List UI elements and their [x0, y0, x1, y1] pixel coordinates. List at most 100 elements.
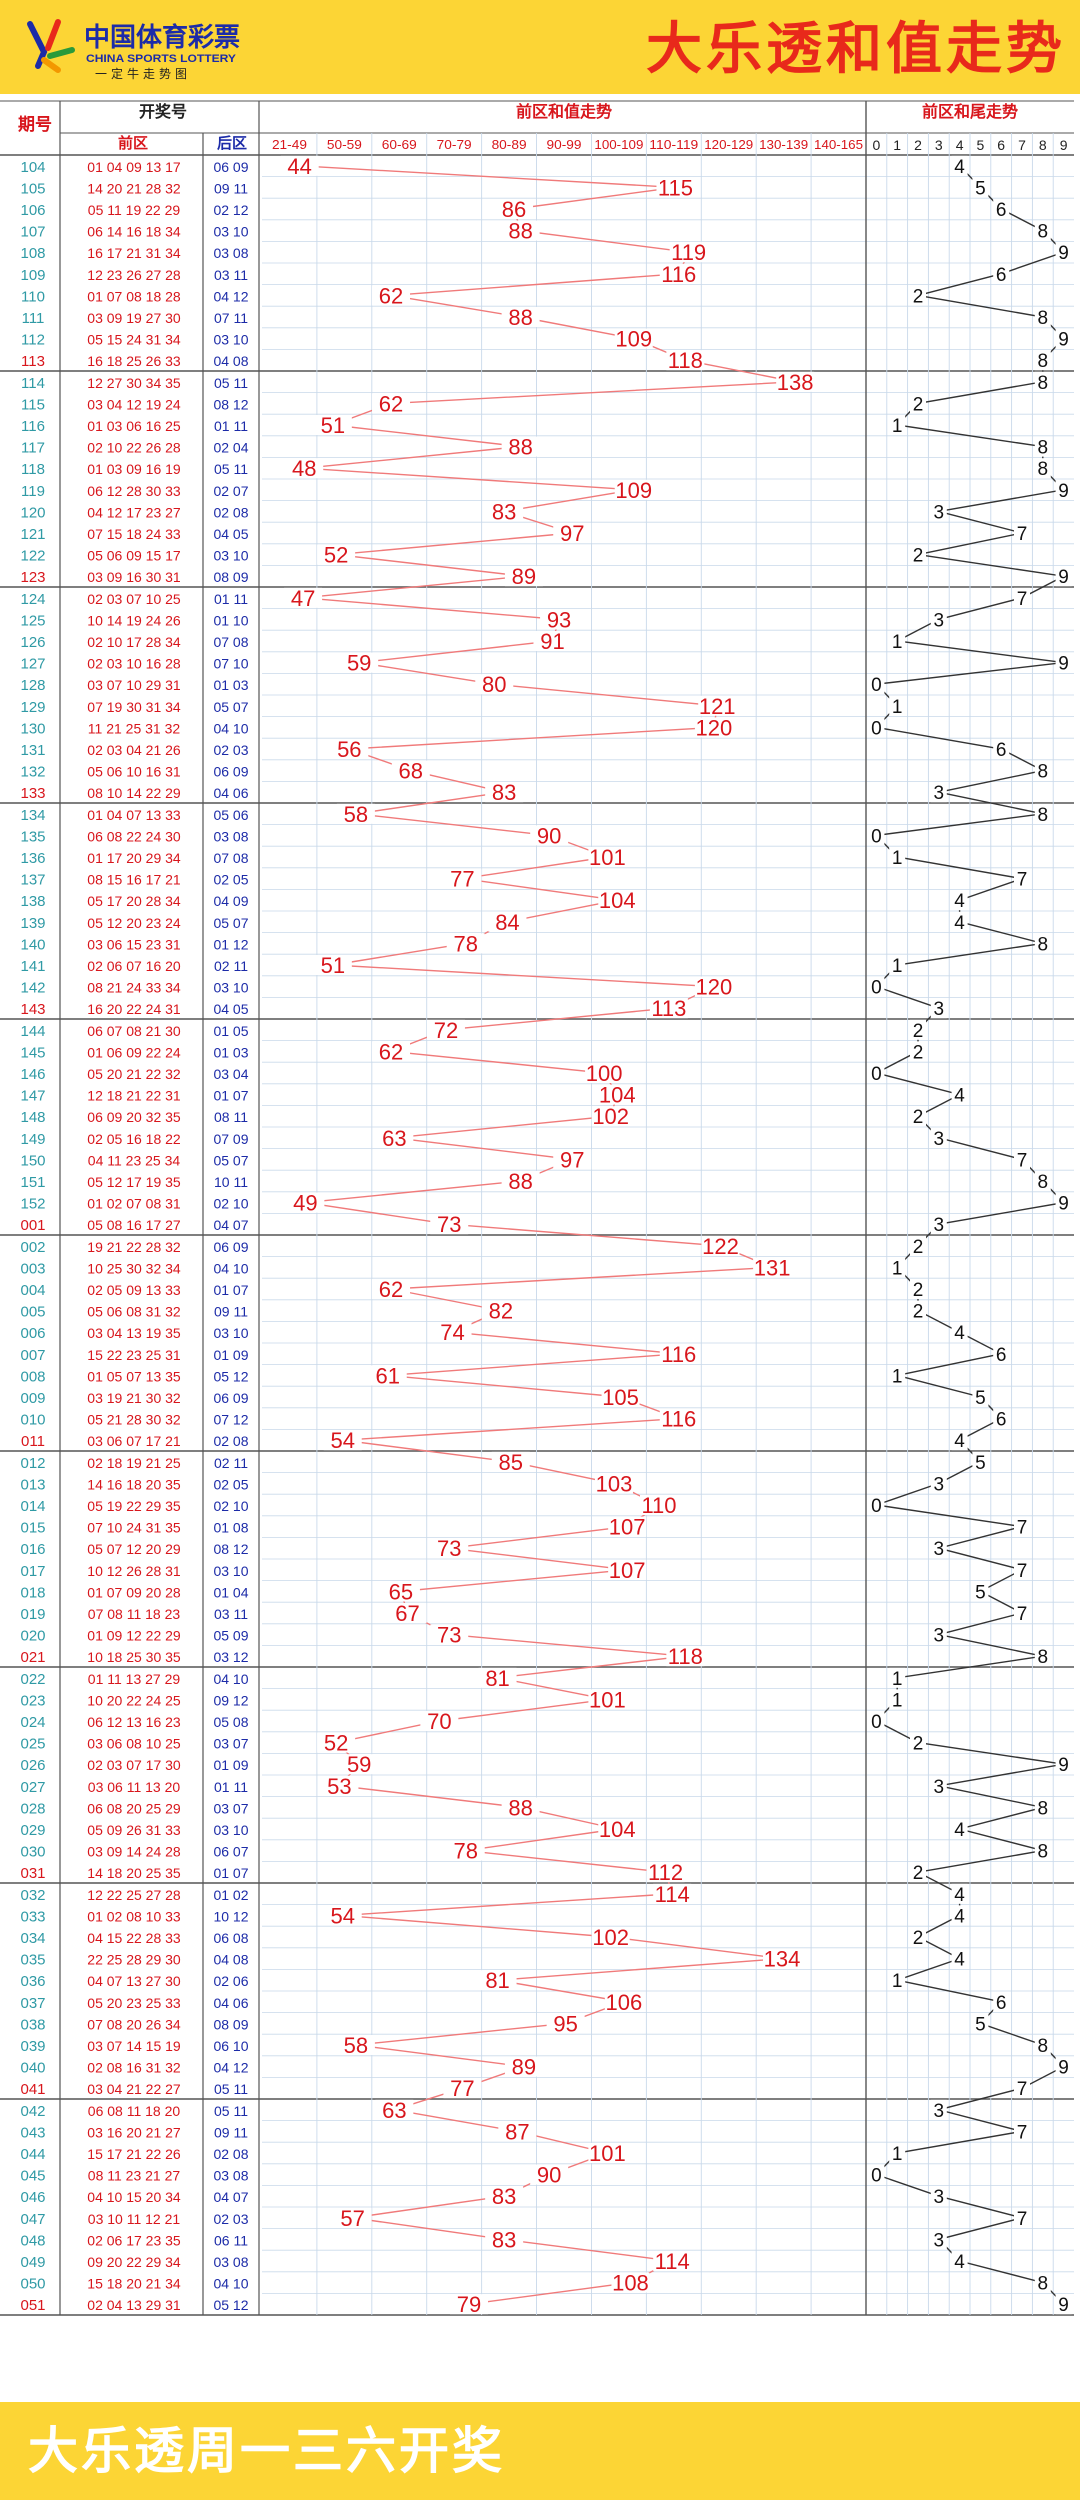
period-cell: 018 [20, 1584, 45, 1601]
period-cell: 121 [20, 526, 45, 543]
front-numbers-cell: 16 17 21 31 34 [87, 245, 181, 261]
table-row: 114 12 27 30 34 35 05 11 [21, 375, 248, 392]
back-numbers-cell: 09 11 [214, 2124, 248, 2140]
front-numbers-cell: 07 08 20 26 34 [87, 2016, 181, 2032]
sum-value-point: 102 [592, 1925, 629, 1950]
front-numbers-cell: 05 06 09 15 17 [87, 548, 181, 564]
period-cell: 105 [20, 180, 45, 197]
table-row: 109 12 23 26 27 28 03 11 [20, 267, 248, 284]
front-numbers-cell: 05 06 10 16 31 [87, 764, 181, 780]
period-cell: 025 [20, 1736, 45, 1753]
front-numbers-cell: 12 27 30 34 35 [87, 375, 181, 391]
back-numbers-cell: 03 10 [213, 980, 248, 996]
back-numbers-cell: 01 08 [213, 1520, 248, 1536]
table-row: 132 05 06 10 16 31 06 09 [20, 764, 248, 781]
sum-value-point: 108 [612, 2271, 649, 2296]
sum-value-point: 131 [754, 1255, 791, 1280]
front-numbers-cell: 05 07 12 20 29 [87, 1541, 181, 1557]
tail-value-point: 0 [871, 1712, 882, 1733]
table-row: 133 08 10 14 22 29 04 06 [20, 785, 248, 802]
back-numbers-cell: 04 12 [213, 2060, 248, 2076]
front-numbers-cell: 01 17 20 29 34 [87, 850, 181, 866]
tail-value-point: 8 [1038, 2274, 1049, 2295]
front-numbers-cell: 02 05 16 18 22 [87, 1131, 181, 1147]
sum-value-point: 138 [777, 370, 814, 395]
footer-text: 大乐透周一三六开奖 [28, 2423, 505, 2479]
table-row: 020 01 09 12 22 29 05 09 [20, 1628, 248, 1645]
back-numbers-cell: 05 08 [213, 1714, 248, 1730]
back-numbers-cell: 04 05 [213, 1001, 248, 1017]
tail-value-point: 4 [954, 913, 965, 934]
table-row: 031 14 18 20 25 35 01 07 [20, 1865, 248, 1882]
front-numbers-cell: 02 04 13 29 31 [87, 2297, 181, 2313]
sum-trend-header: 前区和值走势 [516, 102, 612, 121]
tail-value-point: 3 [934, 2101, 945, 2122]
back-numbers-cell: 03 10 [213, 548, 248, 564]
sum-value-point: 89 [512, 564, 536, 589]
period-cell: 034 [20, 1930, 45, 1947]
tail-value-point: 1 [892, 2144, 903, 2165]
back-numbers-cell: 01 12 [213, 936, 248, 952]
period-cell: 137 [20, 872, 45, 889]
table-row: 023 10 20 22 24 25 09 12 [20, 1692, 248, 1709]
table-row: 131 02 03 04 21 26 02 03 [20, 742, 248, 759]
tail-value-point: 6 [996, 1345, 1007, 1366]
period-cell: 044 [20, 2146, 45, 2163]
front-numbers-cell: 03 04 13 19 35 [87, 1325, 181, 1341]
back-numbers-cell: 02 08 [213, 504, 248, 520]
period-cell: 119 [21, 483, 45, 500]
sum-value-point: 81 [485, 1968, 509, 1993]
sum-value-point: 103 [596, 1471, 633, 1496]
tail-value-point: 8 [1038, 438, 1049, 459]
sum-value-point: 49 [293, 1191, 317, 1216]
front-numbers-cell: 03 19 21 30 32 [87, 1390, 181, 1406]
sum-value-point: 78 [453, 931, 477, 956]
period-cell: 127 [20, 656, 45, 673]
period-cell: 125 [20, 612, 45, 629]
back-numbers-cell: 02 06 [213, 1973, 248, 1989]
front-numbers-cell: 01 11 13 27 29 [88, 1671, 181, 1687]
period-cell: 019 [20, 1606, 45, 1623]
sum-value-point: 107 [609, 1515, 646, 1540]
period-cell: 150 [20, 1152, 45, 1169]
period-cell: 130 [20, 720, 45, 737]
sum-value-point: 77 [450, 867, 474, 892]
sum-value-point: 113 [651, 996, 686, 1021]
sum-value-point: 87 [505, 2119, 529, 2144]
back-numbers-cell: 05 11 [214, 2081, 248, 2097]
table-row: 039 03 07 14 15 19 06 10 [20, 2038, 248, 2055]
front-numbers-cell: 05 12 20 23 24 [87, 915, 181, 931]
period-cell: 149 [20, 1131, 45, 1148]
table-row: 030 03 09 14 24 28 06 07 [20, 1844, 248, 1861]
sum-value-point: 82 [489, 1299, 513, 1324]
sum-value-point: 72 [434, 1018, 458, 1043]
back-numbers-cell: 10 12 [213, 1908, 248, 1924]
period-cell: 134 [20, 807, 45, 824]
back-numbers-cell: 04 05 [213, 526, 248, 542]
back-numbers-cell: 02 10 [213, 1498, 248, 1514]
back-numbers-cell: 08 11 [214, 1109, 248, 1125]
back-numbers-cell: 07 08 [213, 634, 248, 650]
tail-value-point: 3 [934, 783, 945, 804]
sum-value-point: 62 [379, 1039, 403, 1064]
front-numbers-cell: 03 04 21 22 27 [87, 2081, 181, 2097]
period-cell: 038 [20, 2016, 45, 2033]
table-row: 127 02 03 10 16 28 07 10 [20, 656, 248, 673]
logo-slogan-text: 一定牛走势图 [95, 66, 191, 81]
back-numbers-cell: 06 10 [213, 2038, 248, 2054]
sum-value-point: 44 [287, 154, 311, 179]
front-numbers-cell: 09 20 22 29 34 [87, 2254, 181, 2270]
tail-value-point: 8 [1038, 459, 1049, 480]
period-cell: 031 [20, 1865, 45, 1882]
tail-value-point: 4 [954, 1885, 965, 1906]
table-row: 105 14 20 21 28 32 09 11 [20, 180, 248, 197]
table-row: 026 02 03 07 17 30 01 09 [20, 1757, 248, 1774]
period-cell: 043 [20, 2124, 45, 2141]
period-cell: 129 [20, 699, 45, 716]
tail-value-point: 8 [1038, 2036, 1049, 2057]
table-row: 111 03 09 19 27 30 07 11 [22, 310, 249, 327]
period-cell: 152 [20, 1196, 45, 1213]
table-row: 003 10 25 30 32 34 04 10 [20, 1260, 248, 1277]
period-cell: 006 [20, 1325, 45, 1342]
period-cell: 146 [20, 1066, 45, 1083]
